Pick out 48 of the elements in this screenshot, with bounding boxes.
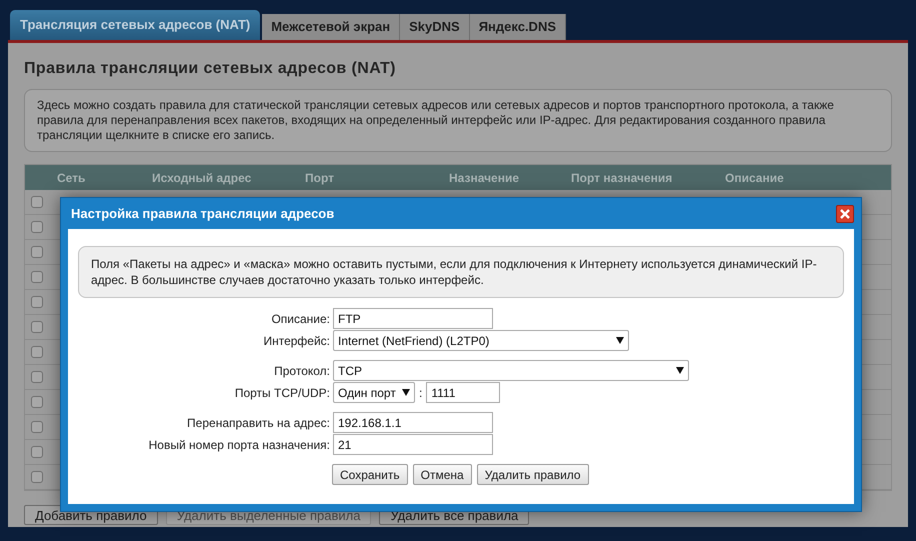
tab[interactable]: SkyDNS bbox=[400, 14, 470, 40]
dropdown-arrow-icon bbox=[616, 337, 624, 344]
page-title: Правила трансляции сетевых адресов (NAT) bbox=[24, 59, 397, 79]
row-checkbox[interactable] bbox=[31, 246, 43, 258]
tab[interactable]: Яндекс.DNS bbox=[470, 14, 566, 40]
tab[interactable]: Межсетевой экран bbox=[262, 14, 400, 40]
dialog-title: Настройка правила трансляции адресов bbox=[71, 204, 334, 223]
field-label: Порты TCP/UDP: bbox=[234, 384, 331, 402]
row-checkbox[interactable] bbox=[31, 471, 43, 483]
row-checkbox[interactable] bbox=[31, 371, 43, 383]
info-text: Здесь можно создать правила для статической трансляции сетевых адресов или сетевых адресов и портов транспортного протокола, а также правила для перенаправления всех пакетов, входящих на определенный интерфейс или IP-адрес. Для редактирования созданного правила трансляции щелкните в списке его запись. bbox=[24, 89, 892, 152]
dropdown[interactable]: Internet (NetFriend) (L2TP0) bbox=[333, 330, 629, 351]
dropdown[interactable]: Один порт bbox=[333, 382, 415, 403]
row-checkbox[interactable] bbox=[31, 296, 43, 308]
dialog-button[interactable]: Удалить правило bbox=[476, 464, 589, 485]
tab[interactable]: Трансляция сетевых адресов (NAT) bbox=[10, 10, 260, 40]
hint-text: Поля «Пакеты на адрес» и «маска» можно оставить пустыми, если для подключения к Интернету используется динамический IP-адрес. В большинстве случаев достаточно указать только интерфейс. bbox=[78, 246, 844, 298]
row-checkbox[interactable] bbox=[31, 321, 43, 333]
close-icon bbox=[839, 208, 851, 220]
row-checkbox[interactable] bbox=[31, 196, 43, 208]
column-header: Сеть bbox=[57, 170, 86, 186]
row-checkbox[interactable] bbox=[31, 446, 43, 458]
field-label: Перенаправить на адрес: bbox=[186, 414, 331, 432]
field-label: Интерфейс: bbox=[262, 332, 331, 350]
row-checkbox[interactable] bbox=[31, 221, 43, 233]
row-checkbox[interactable] bbox=[31, 346, 43, 358]
field-label: Новый номер порта назначения: bbox=[148, 436, 331, 454]
text-field[interactable]: 21 bbox=[333, 434, 493, 455]
column-header: Описание bbox=[725, 170, 785, 186]
field-label: Протокол: bbox=[273, 362, 331, 380]
port-field[interactable]: 1111 bbox=[426, 382, 500, 403]
dropdown-arrow-icon bbox=[402, 389, 410, 396]
row-checkbox[interactable] bbox=[31, 396, 43, 408]
text-field[interactable]: FTP bbox=[333, 308, 493, 329]
field-label: Описание: bbox=[270, 310, 331, 328]
close-button[interactable] bbox=[836, 204, 854, 222]
column-header: Исходный адрес bbox=[152, 170, 252, 186]
column-header: Порт назначения bbox=[571, 170, 674, 186]
row-checkbox[interactable] bbox=[31, 271, 43, 283]
dialog-button[interactable]: Отмена bbox=[412, 464, 472, 485]
column-header: Порт bbox=[305, 170, 336, 186]
text-field[interactable]: 192.168.1.1 bbox=[333, 412, 493, 433]
dropdown-arrow-icon bbox=[676, 367, 684, 374]
separator-text: : bbox=[419, 384, 422, 402]
row-checkbox[interactable] bbox=[31, 421, 43, 433]
dialog-button[interactable]: Сохранить bbox=[332, 464, 408, 485]
dropdown[interactable]: TCP bbox=[333, 360, 689, 381]
column-header: Назначение bbox=[449, 170, 520, 186]
